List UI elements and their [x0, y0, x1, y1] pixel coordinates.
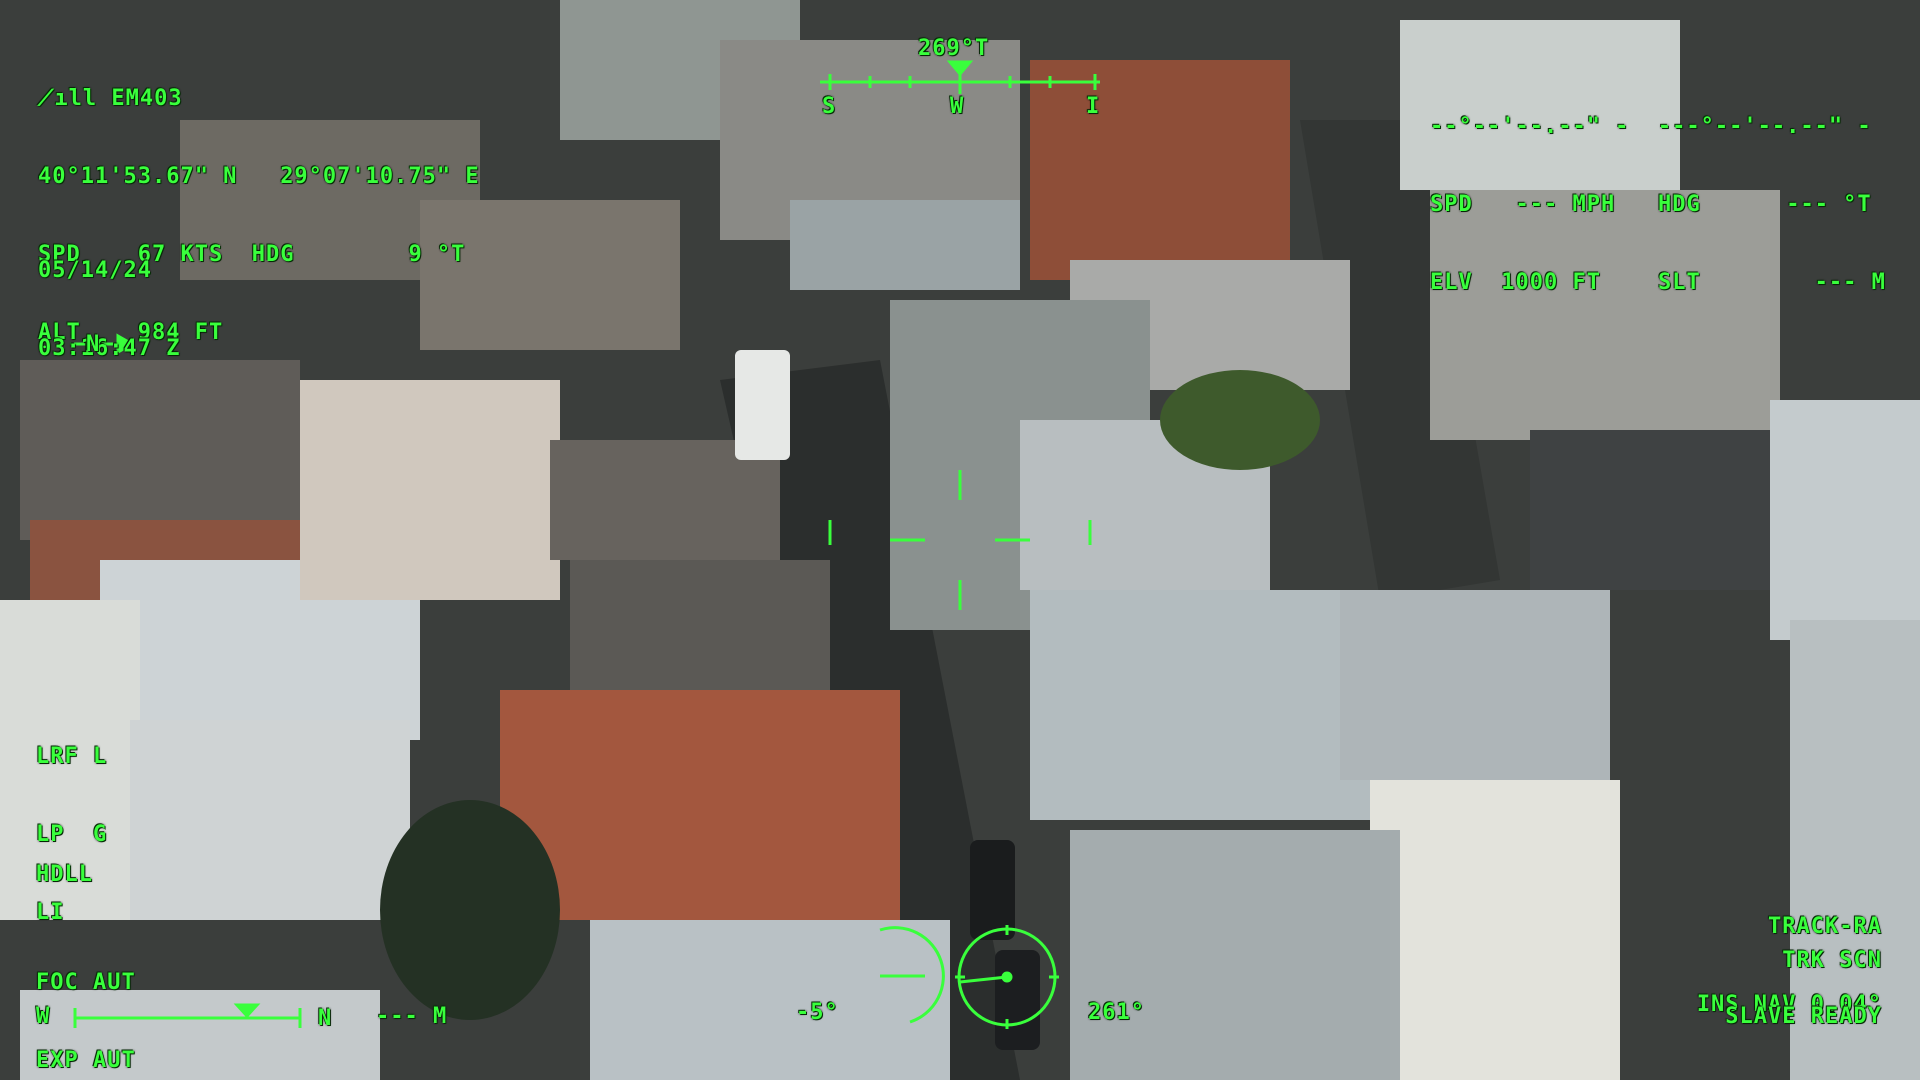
camera-status: FOC AUT EXP AUT: [36, 918, 136, 1080]
date: 05/14/24: [38, 258, 152, 283]
longitude: 29°07'10.75" E: [280, 164, 480, 189]
callsign: EM403: [111, 86, 183, 111]
focus-status: FOC AUT: [36, 970, 136, 995]
aerial-camera-view: ⟋ıll EM403 40°11'53.67" N 29°07'10.75" E…: [0, 0, 1920, 1080]
exposure-status: EXP AUT: [36, 1048, 136, 1073]
track-mode: TRACK-RA: [1768, 914, 1882, 939]
lrf-status: LRF L: [36, 744, 108, 769]
scale-west-label: W: [36, 1004, 51, 1029]
gimbal-azimuth: 261°: [1088, 1000, 1145, 1025]
target-speed-label: SPD: [1430, 192, 1473, 217]
heading-readout: 269°T: [918, 36, 990, 61]
heading-label: HDG: [251, 242, 295, 267]
time: 03:16:47 Z: [38, 336, 181, 361]
target-heading-label: HDG: [1657, 192, 1701, 217]
trk-scan-status: TRK SCN: [1782, 948, 1882, 973]
elevation-label: ELV: [1430, 270, 1473, 295]
telemetry-top-right: --°--'--.--" - ---°--'--.--" - SPD --- M…: [1430, 62, 1886, 348]
target-coords: --°--'--.--" - ---°--'--.--" -: [1430, 114, 1872, 139]
satellite-antenna-icon: ⟋ıll: [38, 86, 98, 111]
gimbal-elevation: -5°: [796, 1000, 839, 1025]
tape-label-w: W: [950, 94, 965, 119]
lp-status: LP G: [36, 822, 108, 847]
latitude: 40°11'53.67" N: [38, 164, 238, 189]
hdll-status: HDLL: [36, 862, 93, 887]
datetime-block: 05/14/24 03:16:47 Z: [38, 206, 180, 414]
target-heading-value: --- °T: [1786, 192, 1872, 217]
slant-value: --- M: [1814, 270, 1886, 295]
target-speed-value: --- MPH: [1515, 192, 1616, 217]
elevation-value: 1000 FT: [1501, 270, 1601, 295]
heading-value: 9 °T: [408, 242, 466, 267]
range-readout: --- M: [376, 1004, 448, 1029]
tape-label-s: S: [822, 94, 837, 119]
tape-label-i: I: [1086, 94, 1101, 119]
scale-north-label: N: [318, 1006, 333, 1031]
slant-label: SLT: [1657, 270, 1701, 295]
slave-status: SLAVE READY: [1725, 1004, 1882, 1029]
north-label: N: [86, 332, 101, 357]
